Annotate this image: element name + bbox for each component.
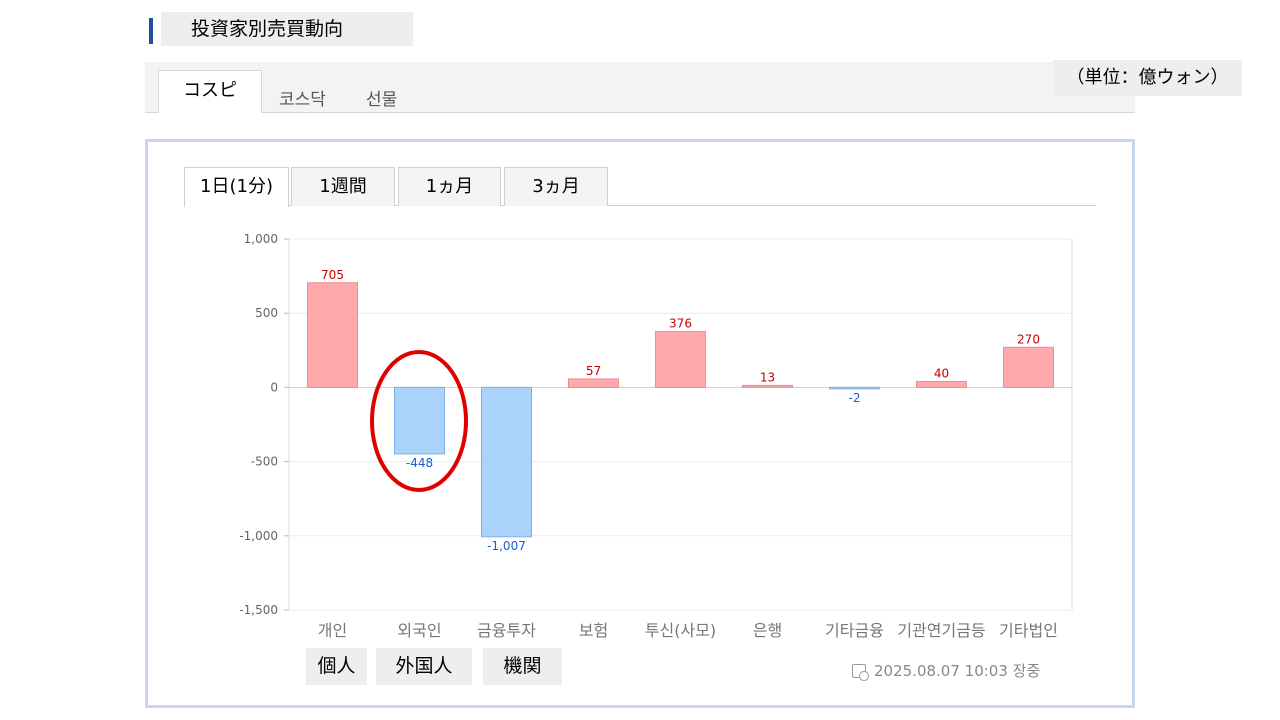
- bar: [1003, 346, 1054, 388]
- clock-icon: [852, 664, 869, 681]
- x-tick-label: 투신(사모): [645, 621, 716, 640]
- bar: [916, 380, 967, 388]
- annotation-individual: 個人: [306, 648, 367, 685]
- data-label: -1,007: [487, 539, 526, 553]
- y-tick-label: 500: [255, 306, 278, 320]
- x-tick-label: 기타금융: [825, 621, 884, 640]
- timestamp: 2025.08.07 10:03 장중: [852, 660, 1040, 681]
- data-label: -2: [849, 391, 861, 405]
- x-tick-label: 보험: [579, 621, 608, 640]
- data-label: 705: [321, 268, 344, 282]
- annotation-foreign: 外国人: [376, 648, 472, 685]
- data-label: 40: [934, 366, 949, 380]
- y-tick-label: -1,500: [239, 603, 278, 617]
- bar: [655, 331, 706, 388]
- data-label: 13: [760, 370, 775, 384]
- bar: [829, 386, 880, 390]
- data-label: -448: [406, 456, 433, 470]
- data-label: 270: [1017, 332, 1040, 346]
- x-tick-label: 개인: [318, 621, 347, 640]
- annotation-institution: 機関: [483, 648, 562, 685]
- x-tick-label: 금융투자: [477, 621, 536, 640]
- x-tick-label: 은행: [753, 621, 782, 640]
- y-tick-label: -500: [251, 455, 278, 469]
- x-tick-label: 기타법인: [999, 621, 1058, 640]
- y-tick-label: -1,000: [239, 529, 278, 543]
- bar: [742, 384, 793, 388]
- timestamp-text: 2025.08.07 10:03 장중: [874, 662, 1041, 680]
- bar: [481, 386, 532, 538]
- y-tick-label: 0: [270, 380, 278, 394]
- bar: [307, 282, 358, 388]
- x-tick-label: 외국인: [397, 621, 441, 640]
- x-tick-label: 기관연기금등: [897, 621, 985, 640]
- bar: [394, 386, 445, 455]
- data-label: 57: [586, 364, 601, 378]
- y-tick-label: 1,000: [244, 232, 278, 246]
- bar: [568, 378, 619, 388]
- data-label: 376: [669, 317, 692, 331]
- investor-trading-bar-chart: 705 -448 -1,007 57 376 13 -2 40 270 1,000 500 0 -50…: [239, 232, 1073, 640]
